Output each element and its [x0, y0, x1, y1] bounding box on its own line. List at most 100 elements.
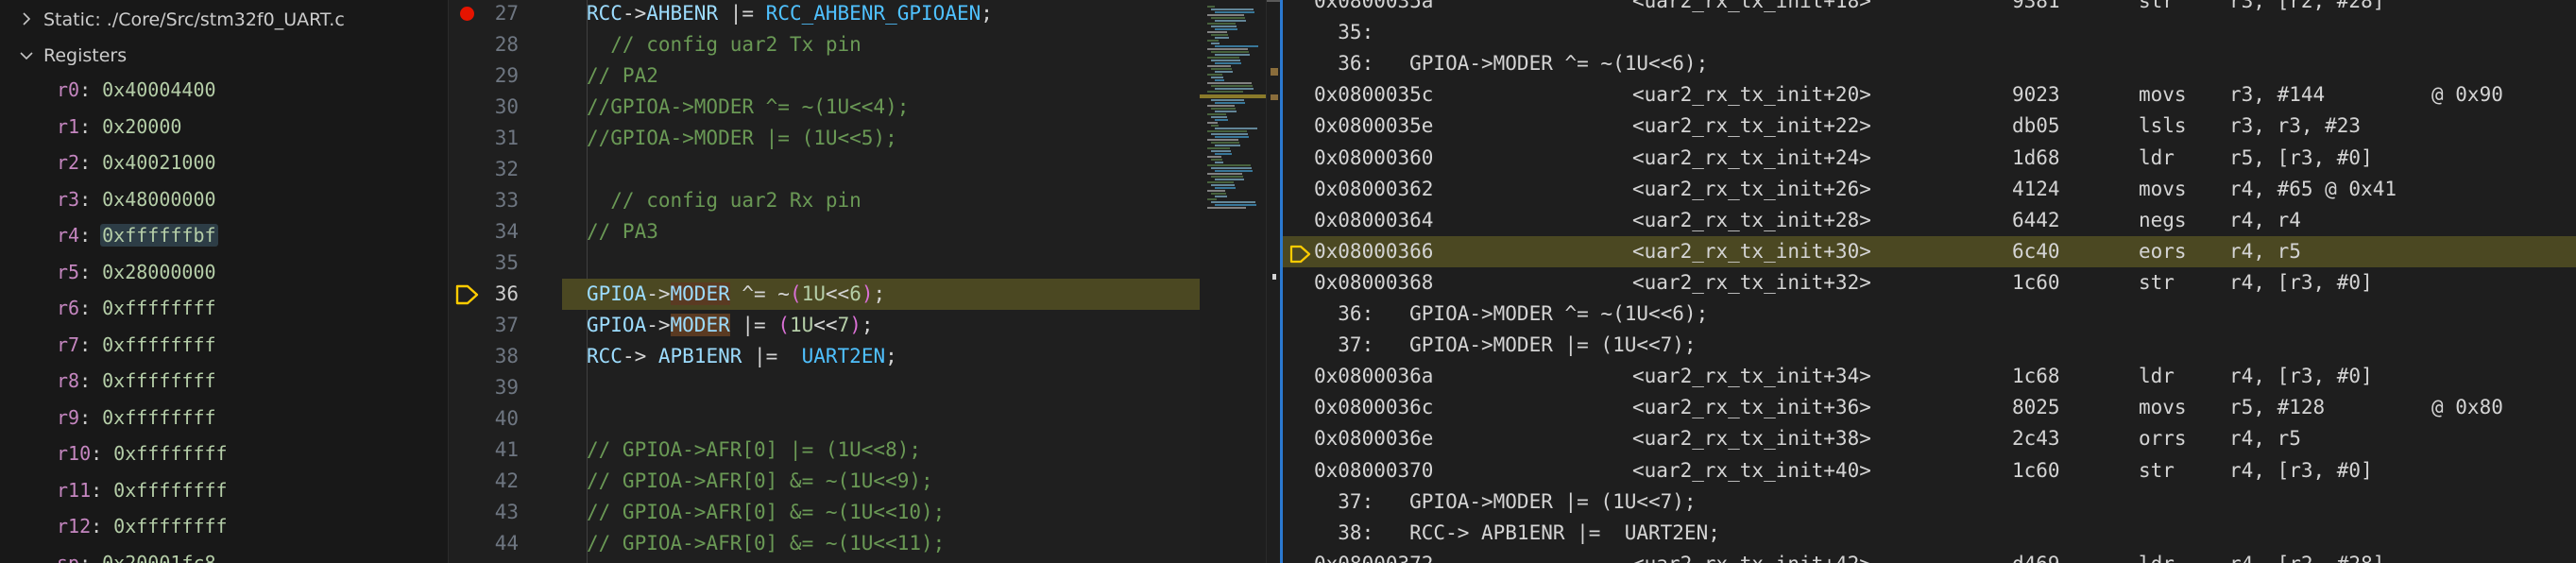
asm-opcode: 9023	[2012, 83, 2060, 107]
code-line[interactable]: 33 // config uar2 Rx pin	[449, 185, 1015, 216]
registers-scope-node[interactable]: Registers	[0, 40, 448, 72]
asm-symbol: <uar2_rx_tx_init+34>	[1632, 365, 1871, 388]
minimap-line	[1215, 145, 1240, 146]
source-editor[interactable]: 27 RCC->AHBENR |= RCC_AHBENR_GPIOAEN; 28 /…	[449, 0, 1200, 563]
code-line[interactable]: 31 //GPIOA->MODER |= (1U<<5);	[449, 123, 1015, 154]
code-line[interactable]: 43 // GPIOA->AFR[0] &= ~(1U<<10);	[449, 497, 1015, 528]
minimap-line	[1207, 122, 1218, 124]
line-number[interactable]: 43	[449, 497, 519, 528]
code-line[interactable]: 35	[449, 247, 1015, 279]
minimap-line	[1207, 14, 1244, 16]
minimap-line	[1207, 74, 1222, 76]
asm-instruction-row[interactable]: 0x0800036c <uar2_rx_tx_init+36> 8025 movs r5…	[1283, 392, 2576, 423]
line-number[interactable]: 29	[449, 60, 519, 92]
register-row[interactable]: r4:0xffffffbf	[57, 219, 218, 251]
minimap-line	[1207, 156, 1221, 158]
code-line[interactable]: 34 // PA3	[449, 216, 1015, 247]
code-text: GPIOA->MODER ^= ~(1U<<6);	[587, 282, 886, 305]
breakpoint-icon[interactable]	[460, 7, 474, 21]
code-line[interactable]: 36 GPIOA->MODER ^= ~(1U<<6);	[449, 279, 1015, 310]
code-line[interactable]: 37 GPIOA->MODER |= (1U<<7);	[449, 310, 1015, 341]
asm-symbol: <uar2_rx_tx_init+18>	[1632, 0, 1871, 12]
source-line-row[interactable]: 36: GPIOA->MODER ^= ~(1U<<6);	[1283, 299, 2576, 330]
line-number[interactable]: 44	[449, 528, 519, 559]
register-row[interactable]: r7:0xffffffff	[57, 329, 218, 361]
register-value: 0xffffffbf	[100, 224, 218, 247]
line-number[interactable]: 32	[449, 154, 519, 185]
asm-symbol: <uar2_rx_tx_init+38>	[1632, 427, 1871, 451]
code-line[interactable]: 29 // PA2	[449, 60, 1015, 92]
register-row[interactable]: r0:0x40004400	[57, 74, 218, 106]
register-row[interactable]: r11:0xffffffff	[57, 474, 230, 506]
source-line-row[interactable]: 38: RCC-> APB1ENR |= UART2EN;	[1283, 518, 2576, 549]
register-row[interactable]: r5:0x28000000	[57, 256, 218, 288]
register-name: r9	[57, 405, 80, 429]
register-value: 0xffffffff	[113, 442, 228, 465]
asm-instruction-row[interactable]: 0x08000362 <uar2_rx_tx_init+26> 4124 movs r4…	[1283, 174, 2576, 205]
static-scope-node[interactable]: Static: ./Core/Src/stm32f0_UART.c	[0, 4, 448, 36]
code-line[interactable]: 32	[449, 154, 1015, 185]
register-row[interactable]: r9:0xffffffff	[57, 401, 218, 434]
source-line-row[interactable]: 37: GPIOA->MODER |= (1U<<7);	[1283, 330, 2576, 361]
asm-instruction-row[interactable]: 0x0800035e <uar2_rx_tx_init+22> db05 lsls r3…	[1283, 111, 2576, 142]
code-line[interactable]: 38 RCC-> APB1ENR |= UART2EN;	[449, 341, 1015, 372]
line-number[interactable]: 31	[449, 123, 519, 154]
asm-instruction-row[interactable]: 0x08000366 <uar2_rx_tx_init+30> 6c40 eors r4…	[1283, 235, 2576, 267]
code-line[interactable]: 40	[449, 403, 1015, 435]
code-line[interactable]: 42 // GPIOA->AFR[0] &= ~(1U<<9);	[449, 466, 1015, 497]
line-number[interactable]: 37	[449, 310, 519, 341]
line-number[interactable]: 40	[449, 403, 519, 435]
code-line[interactable]: 28 // config uar2 Tx pin	[449, 29, 1015, 60]
code-line[interactable]: 27 RCC->AHBENR |= RCC_AHBENR_GPIOAEN;	[449, 0, 1015, 29]
source-line-row[interactable]: 35:	[1283, 17, 2576, 48]
asm-instruction-row[interactable]: 0x08000364 <uar2_rx_tx_init+28> 6442 negs r4…	[1283, 205, 2576, 236]
code-line[interactable]: 39	[449, 372, 1015, 403]
asm-instruction-row[interactable]: 0x0800036e <uar2_rx_tx_init+38> 2c43 orrs r4…	[1283, 423, 2576, 454]
code-line[interactable]: 30 //GPIOA->MODER ^= ~(1U<<4);	[449, 92, 1015, 123]
register-row[interactable]: r1:0x20000	[57, 111, 183, 143]
register-row[interactable]: r10:0xffffffff	[57, 437, 230, 469]
register-row[interactable]: r6:0xffffffff	[57, 292, 218, 324]
line-number[interactable]: 39	[449, 372, 519, 403]
minimap-line	[1215, 88, 1254, 90]
asm-address: 0x0800035c	[1314, 83, 1434, 107]
asm-instruction-row[interactable]: 0x0800036a <uar2_rx_tx_init+34> 1c68 ldr r4,…	[1283, 361, 2576, 392]
register-row[interactable]: r12:0xffffffff	[57, 510, 230, 542]
asm-opcode: 4124	[2012, 177, 2060, 200]
source-line-text: 35:	[1314, 21, 1374, 44]
code-line[interactable]: 44 // GPIOA->AFR[0] &= ~(1U<<11);	[449, 528, 1015, 559]
line-number[interactable]: 30	[449, 92, 519, 123]
line-number[interactable]: 42	[449, 466, 519, 497]
line-number[interactable]: 28	[449, 29, 519, 60]
register-value: 0x40004400	[102, 78, 216, 101]
register-row[interactable]: r3:0x48000000	[57, 183, 218, 215]
asm-instruction-row[interactable]: 0x08000360 <uar2_rx_tx_init+24> 1d68 ldr r5,…	[1283, 143, 2576, 174]
source-line-row[interactable]: 36: GPIOA->MODER ^= ~(1U<<6);	[1283, 48, 2576, 79]
asm-instruction-row[interactable]: 0x08000370 <uar2_rx_tx_init+40> 1c60 str r4,…	[1283, 455, 2576, 486]
asm-instruction-row[interactable]: 0x08000372 <uar2_rx_tx_init+42> d469 ldr r4,…	[1283, 549, 2576, 563]
editor-scrollbar[interactable]	[1266, 0, 1281, 563]
asm-instruction-row[interactable]: 0x0800035a <uar2_rx_tx_init+18> 9381 str r3,…	[1283, 0, 2576, 17]
code-line[interactable]: 41 // GPIOA->AFR[0] |= (1U<<8);	[449, 435, 1015, 466]
line-number[interactable]: 35	[449, 247, 519, 279]
minimap-line	[1211, 159, 1222, 161]
line-number[interactable]: 38	[449, 341, 519, 372]
register-row[interactable]: r8:0xffffffff	[57, 365, 218, 397]
register-row[interactable]: r2:0x40021000	[57, 146, 218, 179]
asm-instruction-row[interactable]: 0x08000368 <uar2_rx_tx_init+32> 1c60 str r4,…	[1283, 267, 2576, 299]
minimap-line	[1207, 113, 1226, 115]
disassembly-view[interactable]: 0x0800035a <uar2_rx_tx_init+18> 9381 str r3,…	[1283, 0, 2576, 563]
asm-address: 0x08000370	[1314, 458, 1434, 482]
minimap-line	[1211, 133, 1248, 135]
line-number[interactable]: 34	[449, 216, 519, 247]
register-row[interactable]: sp:0x20001fc8	[57, 547, 218, 563]
asm-symbol: <uar2_rx_tx_init+40>	[1632, 458, 1871, 482]
minimap-line	[1207, 82, 1252, 84]
asm-instruction-row[interactable]: 0x0800035c <uar2_rx_tx_init+20> 9023 movs r3…	[1283, 79, 2576, 111]
asm-address: 0x0800036e	[1314, 427, 1434, 451]
asm-opcode: 6c40	[2012, 239, 2060, 263]
source-line-row[interactable]: 37: GPIOA->MODER |= (1U<<7);	[1283, 486, 2576, 518]
line-number[interactable]: 41	[449, 435, 519, 466]
line-number[interactable]: 33	[449, 185, 519, 216]
asm-symbol: <uar2_rx_tx_init+32>	[1632, 270, 1871, 294]
